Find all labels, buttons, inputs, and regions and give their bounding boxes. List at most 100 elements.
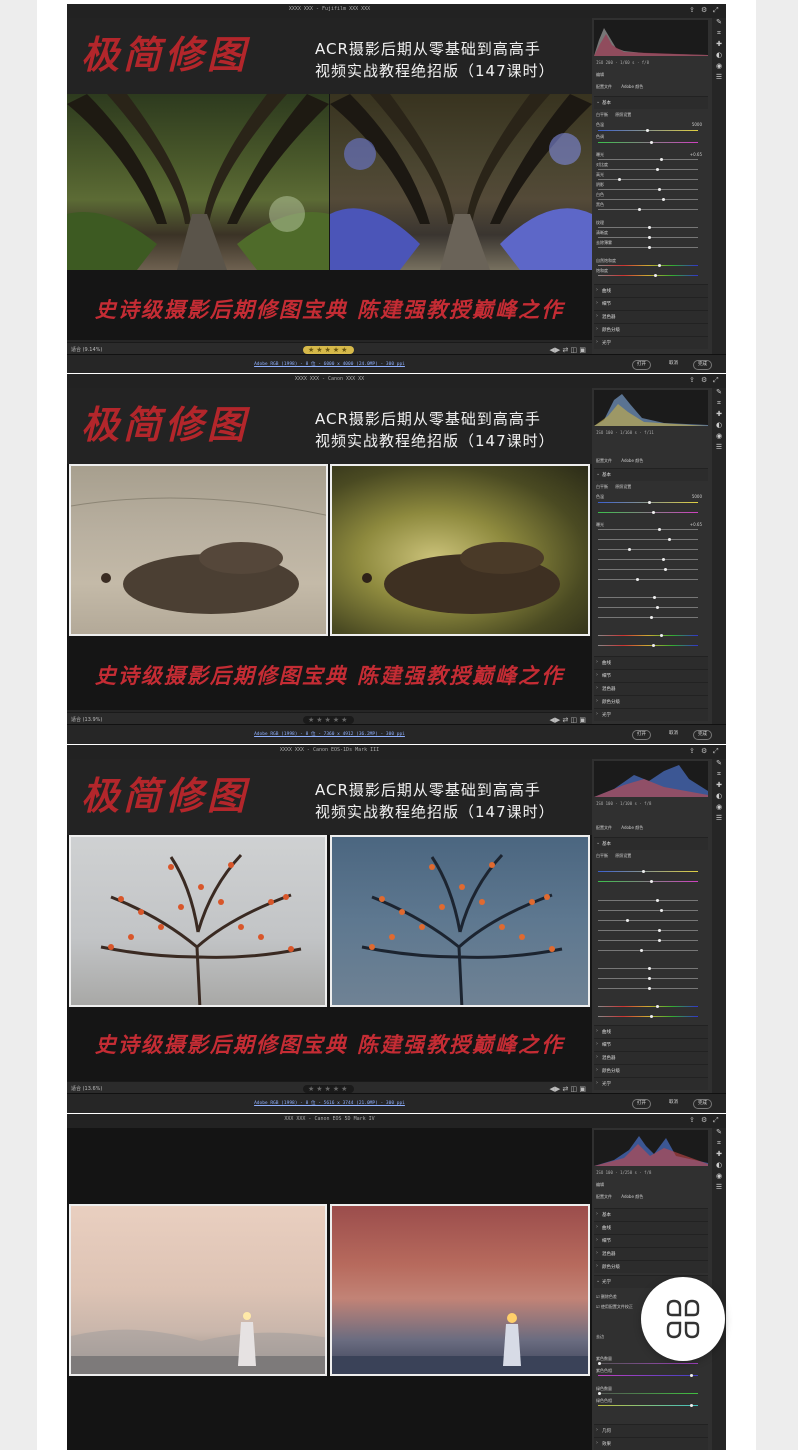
gear-icon[interactable]: ⚙ (701, 747, 707, 755)
row-contrast[interactable]: 对比度 (596, 162, 708, 168)
gear-icon[interactable]: ⚙ (701, 376, 707, 384)
edit-icon[interactable]: ✎ (712, 1128, 726, 1139)
section-mixer[interactable]: › 混色器 (594, 682, 708, 695)
edit-icon[interactable]: ✎ (712, 388, 726, 399)
shadows-slider[interactable] (598, 558, 698, 561)
row-exposure[interactable]: 曝光 +0.65 (596, 522, 708, 528)
view-icons[interactable]: ◀▶ ⇄ ◫ ▣ (549, 1085, 586, 1093)
cancel-button[interactable]: 取消 (665, 360, 682, 368)
heal-icon[interactable]: ✚ (712, 410, 726, 421)
share-icon[interactable]: ⇪ (689, 6, 695, 14)
tint-slider[interactable] (598, 511, 698, 514)
mask-icon[interactable]: ◐ (712, 1161, 726, 1172)
section-mixer[interactable]: › 混色器 (594, 1051, 708, 1064)
mask-icon[interactable]: ◐ (712, 421, 726, 432)
zoom-level[interactable]: 适合 (13.6%) (71, 1085, 102, 1092)
profile-row[interactable]: 配置文件 Adobe 颜色 (596, 84, 708, 90)
tint-slider[interactable] (598, 141, 698, 144)
whites-slider[interactable] (598, 198, 698, 201)
exposure-slider[interactable] (598, 158, 698, 161)
profile-row[interactable]: 配置文件 Adobe 颜色 (596, 1194, 708, 1200)
profile-row[interactable]: 配置文件 Adobe 颜色 (596, 458, 708, 464)
view-icons[interactable]: ◀▶ ⇄ ◫ ▣ (549, 346, 586, 354)
shadows-slider[interactable] (598, 188, 698, 191)
section-curve[interactable]: › 曲线 (594, 656, 708, 669)
heal-icon[interactable]: ✚ (712, 1150, 726, 1161)
presets-icon[interactable]: ☰ (712, 1183, 726, 1194)
row-saturation[interactable]: 饱和度 (596, 268, 708, 274)
row-vibrance[interactable]: 自然饱和度 (596, 258, 708, 264)
expand-icon[interactable]: ⤢ (713, 6, 719, 15)
purple-hue-slider[interactable] (598, 1374, 698, 1377)
texture-slider[interactable] (598, 596, 698, 599)
shadows-slider[interactable] (598, 929, 698, 932)
dehaze-slider[interactable] (598, 987, 698, 990)
row-exposure[interactable]: 曝光 +0.65 (596, 152, 708, 158)
crop-icon[interactable]: ⌗ (712, 29, 726, 40)
edit-icon[interactable]: ✎ (712, 18, 726, 29)
temperature-slider[interactable] (598, 870, 698, 873)
floating-menu-button[interactable] (641, 1277, 725, 1361)
green-amount-slider[interactable] (598, 1392, 698, 1395)
clarity-slider[interactable] (598, 977, 698, 980)
contrast-slider[interactable] (598, 538, 698, 541)
contrast-slider[interactable] (598, 168, 698, 171)
row-highlights[interactable]: 高光 (596, 172, 708, 178)
redeye-icon[interactable]: ◉ (712, 432, 726, 443)
row-dehaze[interactable]: 去除薄雾 (596, 240, 708, 246)
section-effects[interactable]: › 效果 (594, 1437, 708, 1450)
section-basic[interactable]: ⌄ 基本 (594, 468, 708, 481)
clarity-slider[interactable] (598, 606, 698, 609)
blacks-slider[interactable] (598, 578, 698, 581)
cancel-button[interactable]: 取消 (665, 1099, 682, 1107)
view-icons[interactable]: ◀▶ ⇄ ◫ ▣ (549, 716, 586, 724)
purple-amount-slider[interactable] (598, 1362, 698, 1365)
row-clarity[interactable]: 清晰度 (596, 230, 708, 236)
section-grading[interactable]: › 颜色分级 (594, 695, 708, 708)
tint-slider[interactable] (598, 880, 698, 883)
crop-icon[interactable]: ⌗ (712, 399, 726, 410)
section-optics[interactable]: › 光学 (594, 1077, 708, 1090)
row-tint[interactable]: 色调 (596, 134, 708, 140)
row-blacks[interactable]: 黑色 (596, 202, 708, 208)
clarity-slider[interactable] (598, 236, 698, 239)
section-grading[interactable]: › 颜色分级 (594, 1064, 708, 1077)
section-geometry[interactable]: › 几何 (594, 1424, 708, 1437)
dehaze-slider[interactable] (598, 246, 698, 249)
texture-slider[interactable] (598, 967, 698, 970)
row-white-balance[interactable]: 白平衡 原照设置 (596, 484, 708, 490)
heal-icon[interactable]: ✚ (712, 781, 726, 792)
expand-icon[interactable]: ⤢ (713, 376, 719, 385)
section-basic[interactable]: ⌄ 基本 (594, 837, 708, 850)
open-button[interactable]: 打开 (632, 730, 651, 740)
whites-slider[interactable] (598, 939, 698, 942)
temperature-slider[interactable] (598, 501, 698, 504)
saturation-slider[interactable] (598, 644, 698, 647)
file-info-link[interactable]: Adobe RGB (1998) - 8 位 - 7360 x 4912 (36… (67, 731, 592, 737)
texture-slider[interactable] (598, 226, 698, 229)
exposure-slider[interactable] (598, 528, 698, 531)
section-detail[interactable]: › 细节 (594, 1234, 708, 1247)
edit-icon[interactable]: ✎ (712, 759, 726, 770)
blacks-slider[interactable] (598, 208, 698, 211)
section-grading[interactable]: › 颜色分级 (594, 323, 708, 336)
row-temperature[interactable]: 色温 5000 (596, 122, 708, 128)
saturation-slider[interactable] (598, 1015, 698, 1018)
heal-icon[interactable]: ✚ (712, 40, 726, 51)
rating-stars[interactable]: ★★★★★ (303, 346, 355, 354)
zoom-level[interactable]: 适合 (13.9%) (71, 716, 102, 723)
redeye-icon[interactable]: ◉ (712, 62, 726, 73)
section-curve[interactable]: › 曲线 (594, 1025, 708, 1038)
crop-icon[interactable]: ⌗ (712, 1139, 726, 1150)
green-hue-slider[interactable] (598, 1404, 698, 1407)
rating-stars[interactable]: ★★★★★ (303, 716, 355, 724)
vibrance-slider[interactable] (598, 634, 698, 637)
highlights-slider[interactable] (598, 919, 698, 922)
saturation-slider[interactable] (598, 274, 698, 277)
whites-slider[interactable] (598, 568, 698, 571)
row-white-balance[interactable]: 白平衡 原照设置 (596, 853, 708, 859)
dehaze-slider[interactable] (598, 616, 698, 619)
blacks-slider[interactable] (598, 949, 698, 952)
profile-row[interactable]: 配置文件 Adobe 颜色 (596, 825, 708, 831)
gear-icon[interactable]: ⚙ (701, 1116, 707, 1124)
